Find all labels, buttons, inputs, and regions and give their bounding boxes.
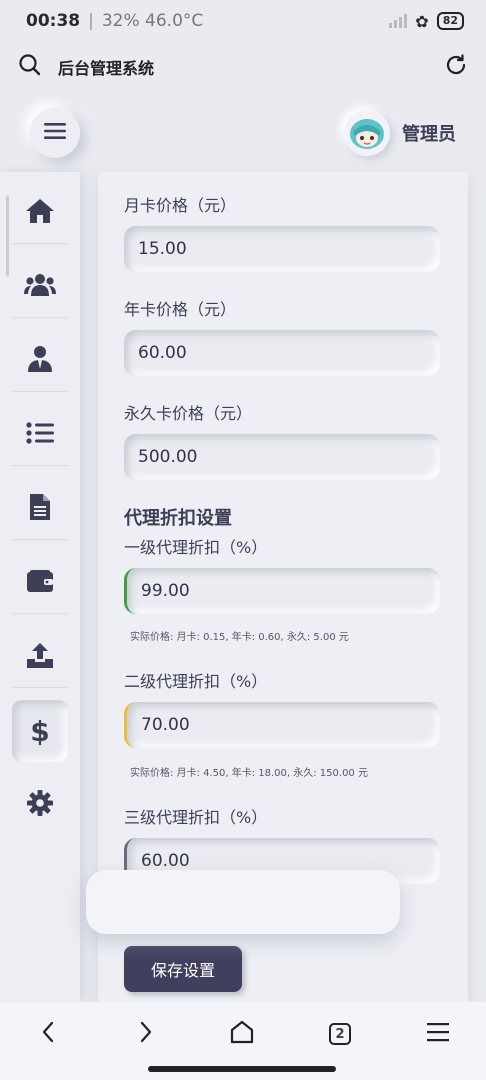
sidebar-item-home[interactable] (12, 182, 68, 244)
document-icon (29, 493, 51, 525)
battery-icon: 82 (436, 12, 464, 30)
menu-icon (427, 1022, 449, 1046)
monthly-price-input[interactable]: 15.00 (124, 226, 440, 272)
home-outline-icon (229, 1020, 255, 1048)
level2-discount-label: 二级代理折扣（%） (124, 672, 268, 691)
monthly-price-label: 月卡价格（元） (124, 196, 237, 215)
sidebar-item-documents[interactable] (12, 478, 68, 540)
app-header: 管理员 (0, 96, 486, 170)
admin-profile[interactable]: 管理员 (344, 110, 456, 156)
level2-discount-input[interactable]: 70.00 (124, 702, 440, 748)
home-icon (25, 198, 55, 228)
back-button[interactable] (28, 1014, 68, 1054)
tabs-button[interactable]: 2 (320, 1014, 360, 1054)
status-separator: | (88, 11, 94, 31)
hamburger-icon (44, 122, 66, 144)
menu-toggle-button[interactable] (30, 108, 80, 158)
gesture-home-bar (148, 1066, 336, 1072)
yearly-price-input[interactable]: 60.00 (124, 330, 440, 376)
agent-discount-section-title: 代理折扣设置 (124, 508, 232, 529)
wallet-icon (26, 569, 54, 597)
level1-price-hint: 实际价格: 月卡: 0.15, 年卡: 0.60, 永久: 5.00 元 (130, 632, 349, 643)
level1-discount-label: 一级代理折扣（%） (124, 538, 268, 557)
chevron-right-icon (139, 1021, 153, 1047)
search-icon[interactable] (18, 53, 42, 81)
permanent-price-input[interactable]: 500.00 (124, 434, 440, 480)
sidebar-item-pricing[interactable]: $ (12, 700, 68, 762)
yearly-price-label: 年卡价格（元） (124, 300, 237, 319)
sidebar-item-users[interactable] (12, 256, 68, 318)
level1-discount-input[interactable]: 99.00 (124, 568, 440, 614)
toast-notification (86, 870, 400, 934)
permanent-price-label: 永久卡价格（元） (124, 404, 253, 423)
browser-toolbar: 后台管理系统 (0, 42, 486, 92)
level3-discount-label: 三级代理折扣（%） (124, 808, 268, 827)
status-weather: 32% 46.0°C (101, 11, 204, 31)
sidebar: $ (0, 172, 80, 1002)
status-bar: 00:38 | 32% 46.0°C ✿ 82 (0, 0, 486, 42)
page-title: 后台管理系统 (58, 59, 155, 78)
sidebar-item-upload[interactable] (12, 626, 68, 688)
browser-bottom-nav: 2 (0, 1002, 486, 1080)
forward-button[interactable] (126, 1014, 166, 1054)
signal-icon (389, 14, 408, 28)
gear-icon (26, 789, 54, 821)
chevron-left-icon (41, 1021, 55, 1047)
sidebar-item-wallet[interactable] (12, 552, 68, 614)
status-time: 00:38 (26, 11, 81, 31)
admin-name: 管理员 (402, 124, 456, 145)
browser-menu-button[interactable] (418, 1014, 458, 1054)
users-icon (24, 272, 56, 302)
upload-icon (26, 641, 54, 673)
tabs-count-icon: 2 (329, 1023, 351, 1045)
sidebar-item-user[interactable] (12, 330, 68, 392)
list-icon (26, 421, 54, 448)
sidebar-scrollbar[interactable] (6, 196, 9, 276)
reload-icon[interactable] (444, 53, 468, 81)
dollar-icon: $ (30, 714, 50, 748)
status-right: ✿ 82 (389, 12, 464, 31)
level2-price-hint: 实际价格: 月卡: 4.50, 年卡: 18.00, 永久: 150.00 元 (130, 768, 368, 779)
user-icon (27, 345, 53, 377)
avatar (344, 110, 390, 156)
sidebar-item-list[interactable] (12, 404, 68, 466)
home-button[interactable] (222, 1014, 262, 1054)
sidebar-item-settings[interactable] (12, 774, 68, 836)
save-settings-button[interactable]: 保存设置 (124, 946, 242, 992)
wifi-icon: ✿ (415, 11, 429, 31)
